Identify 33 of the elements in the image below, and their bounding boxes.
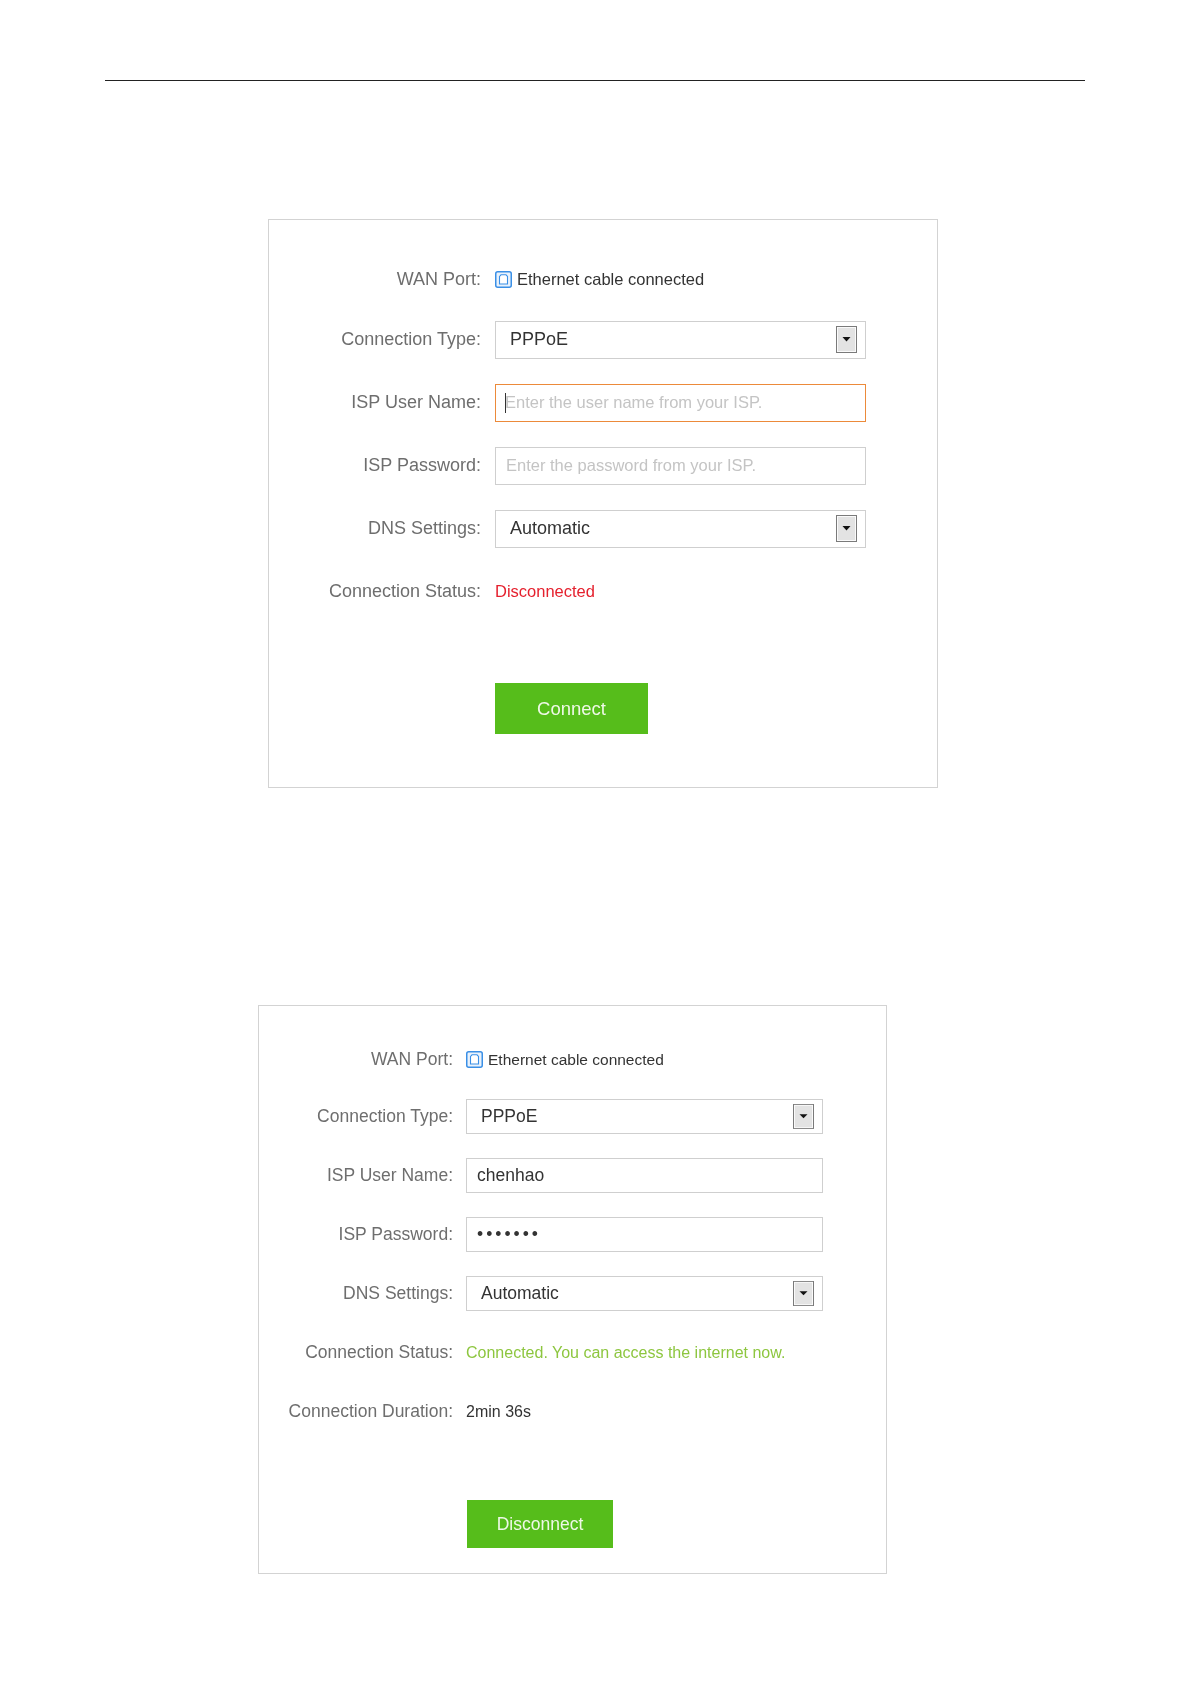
field-label: Connection Status: [304,1341,453,1365]
field-label: Connection Type: [316,1105,453,1129]
password-field[interactable]: ••••••• [466,1217,823,1252]
connection-status-text: Disconnected [495,581,595,603]
field-label: ISP User Name: [325,1164,453,1188]
field-label: ISP Password: [337,1223,453,1247]
port-status-text: Ethernet cable connected [517,268,705,290]
dropdown-arrow-icon[interactable] [836,515,857,542]
port-status-text: Ethernet cable connected [488,1049,664,1070]
field-label: Connection Duration: [287,1400,453,1424]
field-label: WAN Port: [370,1048,453,1072]
dropdown-arrow-icon[interactable] [793,1104,814,1129]
dropdown-arrow-icon[interactable] [836,326,857,353]
input-field[interactable]: chenhao [466,1158,823,1193]
field-label: ISP User Name: [350,391,481,414]
password-field[interactable]: Enter the password from your ISP. [495,446,866,485]
dropdown-arrow-icon[interactable] [793,1281,814,1306]
field-label: Connection Type: [340,328,481,351]
text-cursor-icon [505,392,506,413]
field-label: DNS Settings: [342,1282,453,1306]
dropdown-select[interactable]: Automatic [495,509,866,548]
dropdown-select[interactable]: PPPoE [495,320,866,359]
field-label: Connection Status: [327,580,481,603]
field-label: DNS Settings: [366,517,481,540]
ethernet-port-icon [466,1051,483,1068]
field-label: WAN Port: [395,267,481,291]
duration-text: 2min 36s [466,1401,531,1422]
dropdown-select[interactable]: PPPoE [466,1099,823,1134]
ethernet-port-icon [495,270,512,288]
dropdown-select[interactable]: Automatic [466,1276,823,1311]
input-field[interactable]: Enter the user name from your ISP. [495,383,866,422]
connection-status-text: Connected. You can access the internet now. [466,1342,786,1363]
field-label: ISP Password: [362,454,481,477]
